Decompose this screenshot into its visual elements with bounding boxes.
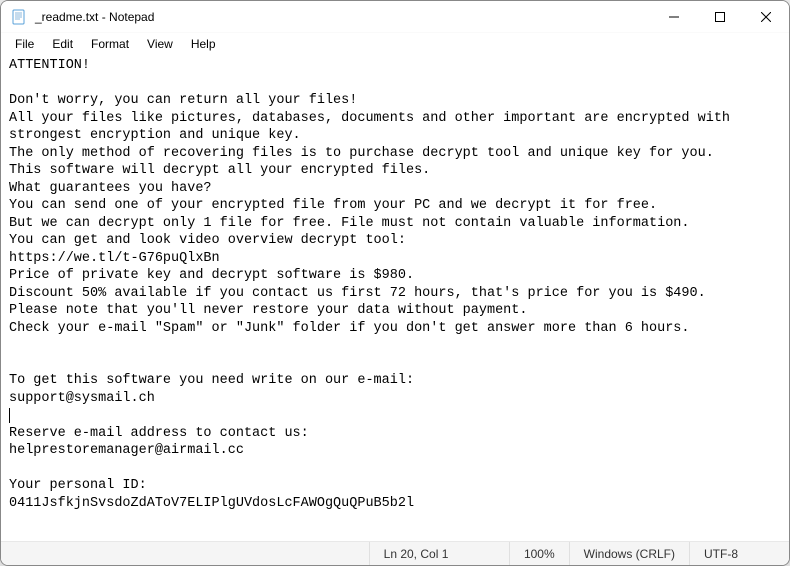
status-encoding: UTF-8 [689, 542, 789, 565]
maximize-button[interactable] [697, 1, 743, 33]
notepad-window: _readme.txt - Notepad File Edit Format V… [0, 0, 790, 566]
menu-help[interactable]: Help [183, 35, 224, 53]
close-button[interactable] [743, 1, 789, 33]
window-controls [651, 1, 789, 32]
status-line-ending: Windows (CRLF) [569, 542, 689, 565]
titlebar: _readme.txt - Notepad [1, 1, 789, 33]
menubar: File Edit Format View Help [1, 33, 789, 55]
minimize-button[interactable] [651, 1, 697, 33]
notepad-icon [11, 9, 27, 25]
text-area[interactable]: ATTENTION! Don't worry, you can return a… [1, 55, 789, 541]
menu-format[interactable]: Format [83, 35, 137, 53]
menu-view[interactable]: View [139, 35, 181, 53]
status-position: Ln 20, Col 1 [369, 542, 509, 565]
menu-edit[interactable]: Edit [44, 35, 81, 53]
status-zoom: 100% [509, 542, 569, 565]
window-title: _readme.txt - Notepad [35, 10, 651, 24]
statusbar: Ln 20, Col 1 100% Windows (CRLF) UTF-8 [1, 541, 789, 565]
menu-file[interactable]: File [7, 35, 42, 53]
